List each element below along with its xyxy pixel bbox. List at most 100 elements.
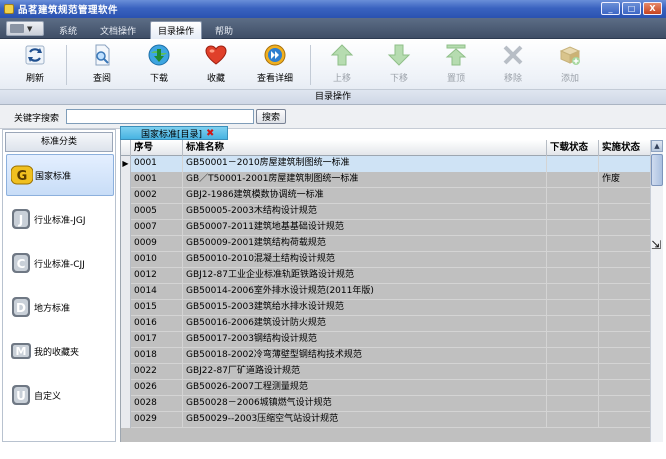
cell-name: GB50010-2010混凝土结构设计规范 xyxy=(183,252,547,268)
cell-no: 0001 xyxy=(131,156,183,172)
remove-label: 移除 xyxy=(503,74,522,84)
row-selector[interactable] xyxy=(121,188,131,204)
move-up-button[interactable]: 上移 xyxy=(320,42,364,88)
tab-catalog-ops[interactable]: 目录操作 xyxy=(150,21,202,39)
category-item-custom[interactable]: U 自定义 xyxy=(6,374,114,416)
row-selector[interactable] xyxy=(121,204,131,220)
cell-name: GB50014-2006室外排水设计规范(2011年版) xyxy=(183,284,547,300)
category-item-jgj[interactable]: J 行业标准-JGJ xyxy=(6,198,114,240)
table-row[interactable]: 0007 GB50007-2011建筑地基基础设计规范 xyxy=(121,220,650,236)
grid-vertical-scrollbar[interactable]: ▲ xyxy=(650,140,663,442)
scroll-thumb[interactable] xyxy=(651,154,663,186)
category-label: 地方标准 xyxy=(34,303,71,314)
cell-download xyxy=(547,300,599,316)
row-selector[interactable] xyxy=(121,316,131,332)
table-row[interactable]: 0026 GB50026-2007工程测量规范 xyxy=(121,380,650,396)
refresh-button[interactable]: 刷新 xyxy=(13,42,57,88)
add-label: 添加 xyxy=(560,74,579,84)
download-button[interactable]: 下载 xyxy=(137,42,181,88)
row-selector[interactable] xyxy=(121,348,131,364)
minimize-button[interactable]: _ xyxy=(601,2,620,15)
move-top-button[interactable]: 置顶 xyxy=(434,42,478,88)
view-button[interactable]: 查阅 xyxy=(80,42,124,88)
row-selector[interactable] xyxy=(121,300,131,316)
category-item-cjj[interactable]: C 行业标准-CJJ xyxy=(6,242,114,284)
row-selector[interactable] xyxy=(121,284,131,300)
cell-no: 0022 xyxy=(131,364,183,380)
svg-text:C: C xyxy=(17,257,26,271)
table-row[interactable]: 0009 GB50009-2001建筑结构荷载规范 xyxy=(121,236,650,252)
favorite-button[interactable]: 收藏 xyxy=(194,42,238,88)
table-row[interactable]: 0010 GB50010-2010混凝土结构设计规范 xyxy=(121,252,650,268)
app-icon xyxy=(4,4,14,14)
table-row[interactable]: 0002 GBJ2-1986建筑模数协调统一标准 xyxy=(121,188,650,204)
table-row[interactable]: 0005 GB50005-2003木结构设计规范 xyxy=(121,204,650,220)
row-selector[interactable] xyxy=(121,236,131,252)
category-label: 行业标准-CJJ xyxy=(34,259,85,270)
cell-status: 作废 xyxy=(599,172,650,188)
tab-system[interactable]: 系统 xyxy=(52,21,84,39)
row-selector[interactable] xyxy=(121,332,131,348)
column-header-download[interactable]: 下载状态 xyxy=(547,140,599,156)
column-header-no[interactable]: 序号 xyxy=(131,140,183,156)
cell-no: 0005 xyxy=(131,204,183,220)
table-row[interactable]: 0029 GB50029--2003压缩空气站设计规范 xyxy=(121,412,650,428)
search-input[interactable] xyxy=(66,109,254,124)
table-row[interactable]: ▶ 0001 GB50001－2010房屋建筑制图统一标准 xyxy=(121,156,650,172)
cell-status xyxy=(599,252,650,268)
column-header-name[interactable]: 标准名称 xyxy=(183,140,547,156)
industry-jgj-icon: J xyxy=(10,208,30,230)
table-row[interactable]: 0015 GB50015-2003建筑给水排水设计规范 xyxy=(121,300,650,316)
header-corner xyxy=(121,140,131,156)
row-selector[interactable] xyxy=(121,364,131,380)
table-row[interactable]: 0017 GB50017-2003钢结构设计规范 xyxy=(121,332,650,348)
row-selector[interactable] xyxy=(121,268,131,284)
window-title: 品茗建筑规范管理软件 xyxy=(18,5,119,16)
tab-document-ops[interactable]: 文档操作 xyxy=(92,21,144,39)
row-selector[interactable] xyxy=(121,396,131,412)
remove-button[interactable]: 移除 xyxy=(491,42,535,88)
document-tab-national[interactable]: 国家标准[目录] ✖ xyxy=(120,126,228,140)
row-selector[interactable] xyxy=(121,380,131,396)
toolbar-separator xyxy=(310,45,311,85)
maximize-button[interactable]: □ xyxy=(622,2,641,15)
table-row[interactable]: 0018 GB50018-2002冷弯薄壁型钢结构技术规范 xyxy=(121,348,650,364)
tab-help[interactable]: 帮助 xyxy=(208,21,240,39)
row-selector[interactable] xyxy=(121,172,131,188)
quick-access-menu[interactable]: ▼ xyxy=(6,21,44,36)
cell-no: 0010 xyxy=(131,252,183,268)
close-tab-icon[interactable]: ✖ xyxy=(206,128,214,139)
cell-status xyxy=(599,364,650,380)
row-selector[interactable] xyxy=(121,252,131,268)
view-detail-button[interactable]: 查看详细 xyxy=(251,42,299,88)
category-item-national[interactable]: G 国家标准 xyxy=(6,154,114,196)
table-row[interactable]: 0001 GB／T50001-2001房屋建筑制图统一标准 作废 xyxy=(121,172,650,188)
table-row[interactable]: 0014 GB50014-2006室外排水设计规范(2011年版) xyxy=(121,284,650,300)
cell-status xyxy=(599,396,650,412)
scroll-up-icon[interactable]: ▲ xyxy=(651,140,663,152)
row-selector[interactable]: ▶ xyxy=(121,156,131,172)
ribbon-tabs-bar: ▼ 系统 文档操作 目录操作 帮助 xyxy=(0,18,666,39)
quick-access-icon xyxy=(10,24,24,33)
move-down-button[interactable]: 下移 xyxy=(377,42,421,88)
column-header-status[interactable]: 实施状态 xyxy=(599,140,650,156)
cell-no: 0029 xyxy=(131,412,183,428)
close-button[interactable]: X xyxy=(643,2,662,15)
row-selector[interactable] xyxy=(121,220,131,236)
table-row[interactable]: 0016 GB50016-2006建筑设计防火规范 xyxy=(121,316,650,332)
add-book-icon xyxy=(558,43,582,67)
cell-download xyxy=(547,364,599,380)
category-item-favorites[interactable]: M 我的收藏夹 xyxy=(6,330,114,372)
table-row[interactable]: 0028 GB50028－2006城镇燃气设计规范 xyxy=(121,396,650,412)
row-selector[interactable] xyxy=(121,412,131,428)
cell-status xyxy=(599,284,650,300)
category-label: 自定义 xyxy=(34,391,62,402)
category-item-local[interactable]: D 地方标准 xyxy=(6,286,114,328)
table-row[interactable]: 0012 GBJ12-87工业企业标准轨距铁路设计规范 xyxy=(121,268,650,284)
search-button[interactable]: 搜索 xyxy=(256,109,286,124)
add-button[interactable]: 添加 xyxy=(548,42,592,88)
cell-no: 0014 xyxy=(131,284,183,300)
cell-status xyxy=(599,380,650,396)
table-row[interactable]: 0022 GBJ22-87厂矿道路设计规范 xyxy=(121,364,650,380)
cell-download xyxy=(547,188,599,204)
